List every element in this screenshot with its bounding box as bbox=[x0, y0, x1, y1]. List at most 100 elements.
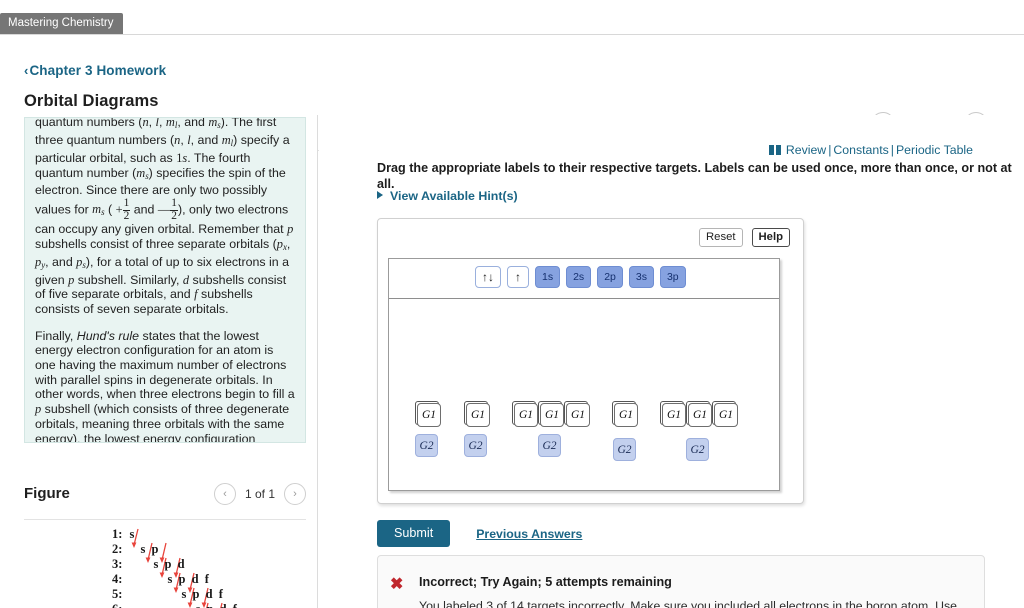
aufbau-row-orbitals: s p d f bbox=[196, 602, 239, 608]
label-tile-2p[interactable]: 2p bbox=[597, 266, 623, 288]
review-link[interactable]: Review bbox=[786, 143, 826, 157]
aufbau-row-2: 2: s p bbox=[112, 542, 160, 558]
label-bank-tiles: ↑↓ ↑ 1s 2s 2p 3s 3p bbox=[475, 266, 686, 288]
aufbau-row-number: 4: bbox=[112, 572, 123, 586]
figure-prev-button[interactable]: ‹ bbox=[213, 483, 236, 505]
chevron-left-icon: ‹ bbox=[223, 488, 227, 500]
label-tile-up-arrow[interactable]: ↑ bbox=[507, 266, 529, 288]
page-header: ‹Chapter 3 Homework Orbital Diagrams ‹ 1… bbox=[0, 36, 1024, 151]
aufbau-row-number: 3: bbox=[112, 557, 123, 571]
label-tile-up-down-arrow[interactable]: ↑↓ bbox=[475, 266, 501, 288]
feedback-panel: ✖ Incorrect; Try Again; 5 attempts remai… bbox=[377, 555, 985, 608]
target-label-g1[interactable]: G1 bbox=[540, 403, 564, 427]
target-slot[interactable]: G1 bbox=[415, 401, 441, 427]
label-tile-3p[interactable]: 3p bbox=[659, 266, 686, 288]
error-x-icon: ✖ bbox=[390, 576, 404, 593]
target-label-g1[interactable]: G1 bbox=[614, 403, 638, 427]
g1-row: G1 bbox=[415, 401, 441, 427]
aufbau-row-number: 5: bbox=[112, 587, 123, 601]
target-label-g1[interactable]: G1 bbox=[514, 403, 538, 427]
aufbau-row-1: 1: s bbox=[112, 527, 136, 543]
aufbau-row-orbitals: s p d f bbox=[181, 587, 225, 601]
question-prompt: Drag the appropriate labels to their res… bbox=[377, 161, 1012, 191]
feedback-body: You labeled 3 of 14 targets incorrectly.… bbox=[419, 599, 957, 608]
breadcrumb-chapter-3-homework[interactable]: ‹Chapter 3 Homework bbox=[24, 63, 166, 78]
aufbau-row-number: 2: bbox=[112, 542, 123, 556]
target-group-3: G1 G1 G1 G2 bbox=[512, 401, 590, 457]
target-label-g2[interactable]: G2 bbox=[464, 434, 487, 457]
intro-paragraph-1: quantum numbers (n, l, ml, and ms). The … bbox=[35, 117, 294, 316]
aufbau-row-orbitals: s p d bbox=[153, 557, 187, 571]
browser-tab-strip: Mastering Chemistry bbox=[0, 0, 1024, 36]
target-slot[interactable]: G1 bbox=[686, 401, 712, 427]
back-chevron-icon: ‹ bbox=[24, 63, 29, 78]
aufbau-row-5: 5: s p d f bbox=[112, 587, 224, 603]
aufbau-row-orbitals: s p d f bbox=[167, 572, 211, 586]
label-tile-3s[interactable]: 3s bbox=[628, 266, 654, 288]
figure-pager-text: 1 of 1 bbox=[244, 487, 275, 501]
aufbau-diagram-figure: 1: s 2: s p 3: s p d 4: s p d f 5: s p d… bbox=[112, 527, 302, 608]
target-group-1: G1 G2 bbox=[415, 401, 441, 457]
aufbau-row-number: 6: bbox=[112, 602, 122, 608]
link-separator: | bbox=[890, 143, 894, 157]
page-title: Orbital Diagrams bbox=[24, 92, 159, 110]
feedback-title: Incorrect; Try Again; 5 attempts remaini… bbox=[419, 575, 672, 589]
target-label-g1[interactable]: G1 bbox=[466, 403, 490, 427]
target-group-5: G1 G1 G1 G2 bbox=[660, 401, 738, 461]
target-slot[interactable]: G1 bbox=[538, 401, 564, 427]
target-group-4: G1 G2 bbox=[612, 401, 638, 461]
link-separator: | bbox=[828, 143, 832, 157]
figure-pager: ‹ 1 of 1 › bbox=[213, 483, 306, 505]
target-label-g1[interactable]: G1 bbox=[417, 403, 441, 427]
target-slot[interactable]: G1 bbox=[564, 401, 590, 427]
target-group-2: G1 G2 bbox=[464, 401, 490, 457]
previous-answers-link[interactable]: Previous Answers bbox=[476, 527, 582, 541]
target-label-g1[interactable]: G1 bbox=[662, 403, 686, 427]
left-panel: quantum numbers (n, l, ml, and ms). The … bbox=[0, 115, 318, 608]
target-slot[interactable]: G1 bbox=[612, 401, 638, 427]
target-label-g2[interactable]: G2 bbox=[415, 434, 438, 457]
aufbau-row-4: 4: s p d f bbox=[112, 572, 210, 588]
target-label-g2[interactable]: G2 bbox=[538, 434, 561, 457]
periodic-table-link[interactable]: Periodic Table bbox=[896, 143, 973, 157]
drop-targets-area: G1 G2 G1 G2 G1 G1 G1 G2 G1 G2 G1 G1 G1 G… bbox=[389, 300, 779, 490]
chevron-right-icon: › bbox=[293, 488, 297, 500]
help-button[interactable]: Help bbox=[751, 228, 790, 247]
submit-row: Submit Previous Answers bbox=[377, 520, 582, 547]
g1-row: G1 bbox=[464, 401, 490, 427]
target-slot[interactable]: G1 bbox=[512, 401, 538, 427]
target-label-g1[interactable]: G1 bbox=[688, 403, 712, 427]
figure-header: Figure ‹ 1 of 1 › bbox=[24, 475, 306, 519]
target-slot[interactable]: G1 bbox=[712, 401, 738, 427]
view-hints-label: View Available Hint(s) bbox=[390, 189, 518, 203]
tab-strip-divider bbox=[0, 34, 1024, 35]
aufbau-row-orbitals: s bbox=[129, 527, 136, 541]
tool-links: Review | Constants | Periodic Table bbox=[768, 143, 973, 158]
target-label-g1[interactable]: G1 bbox=[566, 403, 590, 427]
figure-next-button[interactable]: › bbox=[284, 483, 306, 505]
g1-row: G1 bbox=[612, 401, 638, 427]
figure-title: Figure bbox=[24, 485, 70, 502]
breadcrumb-label: Chapter 3 Homework bbox=[29, 63, 167, 78]
target-slot[interactable]: G1 bbox=[464, 401, 490, 427]
target-label-g2[interactable]: G2 bbox=[686, 438, 709, 461]
reset-button[interactable]: Reset bbox=[699, 228, 743, 247]
intro-text-box: quantum numbers (n, l, ml, and ms). The … bbox=[24, 117, 306, 443]
label-tile-1s[interactable]: 1s bbox=[535, 266, 561, 288]
target-label-g1[interactable]: G1 bbox=[714, 403, 738, 427]
dnd-toolbar: Reset Help bbox=[699, 228, 790, 247]
triangle-right-icon bbox=[377, 191, 383, 199]
aufbau-row-number: 1: bbox=[112, 527, 123, 541]
submit-button[interactable]: Submit bbox=[377, 520, 451, 547]
g1-row: G1 G1 G1 bbox=[512, 401, 590, 427]
label-tile-2s[interactable]: 2s bbox=[566, 266, 592, 288]
browser-tab-mastering-chemistry[interactable]: Mastering Chemistry bbox=[0, 13, 124, 34]
target-slot[interactable]: G1 bbox=[660, 401, 686, 427]
g1-row: G1 G1 G1 bbox=[660, 401, 738, 427]
target-label-g2[interactable]: G2 bbox=[613, 438, 636, 461]
view-hints-toggle[interactable]: View Available Hint(s) bbox=[377, 189, 518, 203]
aufbau-row-3: 3: s p d bbox=[112, 557, 186, 573]
figure-divider bbox=[24, 519, 306, 520]
drag-and-drop-widget: Reset Help ↑↓ ↑ 1s 2s 2p 3s 3p G1 G2 G1 … bbox=[377, 218, 804, 504]
constants-link[interactable]: Constants bbox=[833, 143, 888, 157]
